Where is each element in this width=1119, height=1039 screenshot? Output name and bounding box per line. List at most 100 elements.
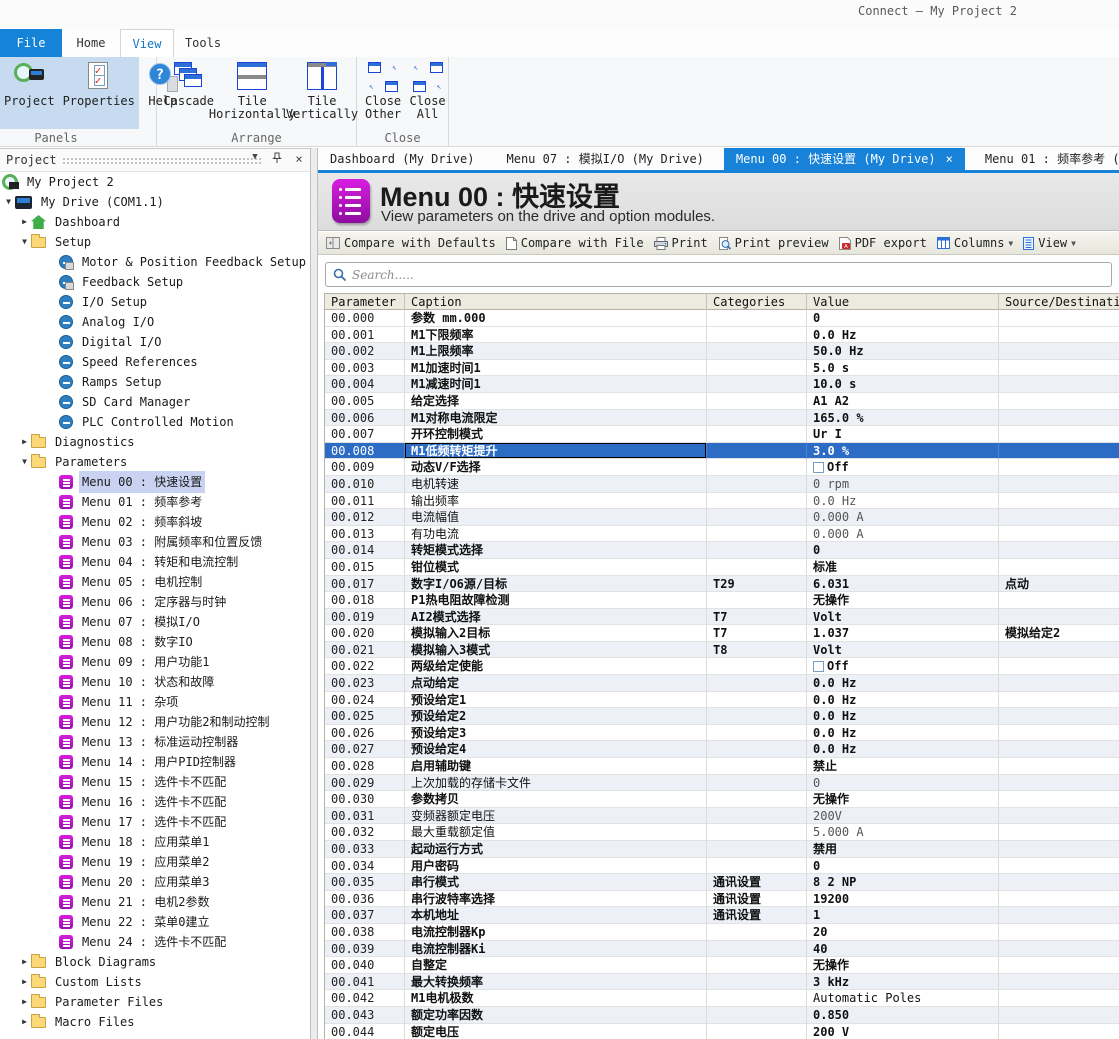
cell-value[interactable]: 禁用 <box>807 841 999 858</box>
tree-item[interactable]: ▶Block Diagrams <box>0 952 310 972</box>
table-row-00.030[interactable]: 00.030参数拷贝无操作 <box>325 791 1119 808</box>
column-header-categories[interactable]: Categories <box>707 294 807 311</box>
tree-item[interactable]: Menu 12 : 用户功能2和制动控制 <box>0 712 310 732</box>
tree-item[interactable]: Menu 19 : 应用菜单2 <box>0 852 310 872</box>
cell-value[interactable]: 0.850 <box>807 1007 999 1024</box>
table-row-00.026[interactable]: 00.026预设给定30.0 Hz <box>325 725 1119 742</box>
table-row-00.020[interactable]: 00.020模拟输入2目标T71.037模拟给定2 <box>325 625 1119 642</box>
table-row-00.039[interactable]: 00.039电流控制器Ki40 <box>325 941 1119 958</box>
tab-file[interactable]: File <box>0 29 62 57</box>
table-row-00.014[interactable]: 00.014转矩模式选择0 <box>325 542 1119 559</box>
tree-item[interactable]: ▶Diagnostics <box>0 432 310 452</box>
tree-item[interactable]: Menu 00 : 快速设置 <box>0 472 310 492</box>
tab-close-icon[interactable]: × <box>946 152 953 166</box>
columns-button[interactable]: Columns ▼ <box>937 236 1013 250</box>
collapsed-arrow-icon[interactable]: ▶ <box>18 1012 31 1032</box>
search-input[interactable] <box>352 265 1092 284</box>
tile-vertically-button[interactable]: Tile Vertically <box>288 60 356 121</box>
close-other-button[interactable]: ↖ ↖ Close Other <box>359 60 407 121</box>
table-row-00.011[interactable]: 00.011输出频率0.0 Hz <box>325 493 1119 510</box>
cell-value[interactable]: 10.0 s <box>807 376 999 393</box>
tab-home[interactable]: Home <box>62 29 120 57</box>
doc-tab-0[interactable]: Dashboard (My Drive) <box>318 148 487 170</box>
cell-value[interactable]: 0.0 Hz <box>807 708 999 725</box>
table-row-00.007[interactable]: 00.007开环控制模式Ur I <box>325 426 1119 443</box>
expanded-arrow-icon[interactable]: ▼ <box>18 452 31 472</box>
cell-value[interactable]: 0.000 A <box>807 509 999 526</box>
cell-value[interactable]: Off <box>807 459 999 476</box>
view-button[interactable]: View ▼ <box>1023 236 1076 250</box>
compare-with-defaults-button[interactable]: Compare with Defaults <box>326 236 496 250</box>
cell-value[interactable]: 6.031 <box>807 576 999 593</box>
collapsed-arrow-icon[interactable]: ▶ <box>18 432 31 452</box>
tree-item[interactable]: Menu 24 : 选件卡不匹配 <box>0 932 310 952</box>
table-row-00.015[interactable]: 00.015钳位模式标准 <box>325 559 1119 576</box>
table-row-00.017[interactable]: 00.017数字I/O6源/目标T296.031点动 <box>325 576 1119 593</box>
table-row-00.025[interactable]: 00.025预设给定20.0 Hz <box>325 708 1119 725</box>
cell-value[interactable]: 0.0 Hz <box>807 692 999 709</box>
tree-item[interactable]: Menu 14 : 用户PID控制器 <box>0 752 310 772</box>
cell-value[interactable]: 0.0 Hz <box>807 493 999 510</box>
tree-item[interactable]: I/O Setup <box>0 292 310 312</box>
cell-value[interactable]: 0 <box>807 542 999 559</box>
table-row-00.038[interactable]: 00.038电流控制器Kp20 <box>325 924 1119 941</box>
cell-value[interactable]: 5.000 A <box>807 824 999 841</box>
cell-value[interactable]: 50.0 Hz <box>807 343 999 360</box>
cell-value[interactable]: 0.0 Hz <box>807 675 999 692</box>
tree-item[interactable]: Ramps Setup <box>0 372 310 392</box>
column-header-value[interactable]: Value <box>807 294 999 311</box>
tree-item[interactable]: Menu 18 : 应用菜单1 <box>0 832 310 852</box>
cell-value[interactable]: 40 <box>807 941 999 958</box>
tile-horizontally-button[interactable]: Tile Horizontally <box>216 60 288 121</box>
pdf-export-button[interactable]: A PDF export <box>839 236 927 250</box>
cell-value[interactable]: Volt <box>807 609 999 626</box>
cell-value[interactable]: 1 <box>807 907 999 924</box>
tab-view[interactable]: View <box>120 29 174 57</box>
doc-tab-2[interactable]: Menu 00 : 快速设置 (My Drive)× <box>724 148 965 170</box>
panel-pin-icon[interactable] <box>270 152 284 167</box>
cell-value[interactable]: 200 V <box>807 1024 999 1039</box>
tree-item[interactable]: Menu 13 : 标准运动控制器 <box>0 732 310 752</box>
table-row-00.022[interactable]: 00.022两级给定使能Off <box>325 658 1119 675</box>
tab-tools[interactable]: Tools <box>174 29 232 57</box>
tree-item[interactable]: Menu 07 : 模拟I/O <box>0 612 310 632</box>
value-checkbox[interactable] <box>813 661 824 672</box>
column-header-parameter[interactable]: Parameter <box>325 294 405 311</box>
cell-value[interactable]: 165.0 % <box>807 410 999 427</box>
collapsed-arrow-icon[interactable]: ▶ <box>18 992 31 1012</box>
close-all-button[interactable]: ↖ ↖ Close All <box>407 60 448 121</box>
tree-item[interactable]: SD Card Manager <box>0 392 310 412</box>
table-row-00.037[interactable]: 00.037本机地址通讯设置1 <box>325 907 1119 924</box>
table-row-00.021[interactable]: 00.021模拟输入3模式T8Volt <box>325 642 1119 659</box>
tree-item[interactable]: Menu 09 : 用户功能1 <box>0 652 310 672</box>
properties-button[interactable]: ✓✓ Properties <box>59 60 139 129</box>
cell-value[interactable]: 0 rpm <box>807 476 999 493</box>
table-row-00.013[interactable]: 00.013有功电流0.000 A <box>325 526 1119 543</box>
collapsed-arrow-icon[interactable]: ▶ <box>18 972 31 992</box>
table-row-00.036[interactable]: 00.036串行波特率选择通讯设置19200 <box>325 891 1119 908</box>
column-header-caption[interactable]: Caption <box>405 294 707 311</box>
table-row-00.009[interactable]: 00.009动态V/F选择Off <box>325 459 1119 476</box>
table-row-00.023[interactable]: 00.023点动给定0.0 Hz <box>325 675 1119 692</box>
table-row-00.001[interactable]: 00.001M1下限频率0.0 Hz <box>325 327 1119 344</box>
tree-item[interactable]: Motor & Position Feedback Setup <box>0 252 310 272</box>
cell-value[interactable]: 3 kHz <box>807 974 999 991</box>
table-row-00.042[interactable]: 00.042M1电机极数Automatic Poles <box>325 990 1119 1007</box>
table-row-00.003[interactable]: 00.003M1加速时间15.0 s <box>325 360 1119 377</box>
cell-value[interactable]: 无操作 <box>807 957 999 974</box>
search-box[interactable] <box>325 262 1112 287</box>
cell-value[interactable]: 19200 <box>807 891 999 908</box>
table-row-00.027[interactable]: 00.027预设给定40.0 Hz <box>325 741 1119 758</box>
tree-item[interactable]: Menu 22 : 菜单0建立 <box>0 912 310 932</box>
cell-value[interactable]: 8 2 NP <box>807 874 999 891</box>
cell-value[interactable]: 0.0 Hz <box>807 327 999 344</box>
print-button[interactable]: Print <box>654 236 708 250</box>
cell-value[interactable]: 20 <box>807 924 999 941</box>
print-preview-button[interactable]: Print preview <box>718 236 829 250</box>
cell-value[interactable]: A1 A2 <box>807 393 999 410</box>
project-panel-button[interactable]: Project <box>0 60 59 129</box>
doc-tab-3[interactable]: Menu 01 : 频率参考 (My Drive) <box>973 148 1119 170</box>
table-row-00.004[interactable]: 00.004M1减速时间110.0 s <box>325 376 1119 393</box>
table-row-00.035[interactable]: 00.035串行模式通讯设置8 2 NP <box>325 874 1119 891</box>
cell-value[interactable]: 0 <box>807 775 999 792</box>
